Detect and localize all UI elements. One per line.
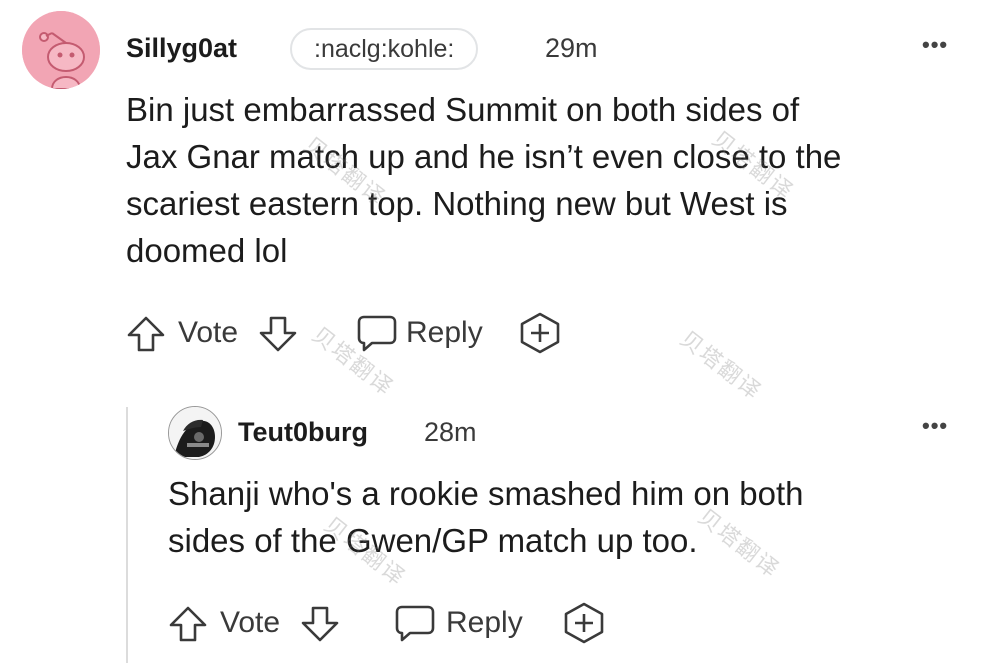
reply-icon[interactable] [394, 603, 436, 643]
user-flair: :naclg:kohle: [290, 28, 479, 70]
reply-label[interactable]: Reply [446, 599, 523, 647]
downvote-icon[interactable] [300, 605, 340, 643]
comment-username[interactable]: Sillyg0at [126, 33, 237, 64]
reply-avatar[interactable] [168, 406, 222, 460]
reply-body: Shanji who's a rookie smashed him on bot… [168, 475, 804, 559]
reply-username[interactable]: Teut0burg [238, 417, 368, 448]
watermark: 贝塔翻译 [675, 325, 767, 405]
reply-timestamp: 28m [424, 417, 477, 447]
user-avatar-icon [169, 407, 221, 459]
downvote-icon[interactable] [258, 315, 298, 353]
award-plus-icon[interactable] [518, 312, 562, 354]
comment-body: Bin just embarrassed Summit on both side… [126, 91, 842, 269]
award-plus-icon[interactable] [562, 602, 606, 644]
snoo-avatar-icon [22, 11, 100, 89]
vote-label: Vote [220, 606, 281, 639]
vote-label: Vote [178, 316, 239, 349]
more-options-button[interactable]: ••• [922, 34, 948, 56]
reply-label[interactable]: Reply [406, 309, 483, 357]
upvote-icon[interactable] [168, 605, 208, 643]
thread-line[interactable] [126, 407, 128, 663]
upvote-icon[interactable] [126, 315, 166, 353]
reply-more-options-button[interactable]: ••• [922, 415, 948, 437]
comment-timestamp: 29m [545, 33, 598, 63]
avatar[interactable] [22, 11, 100, 89]
